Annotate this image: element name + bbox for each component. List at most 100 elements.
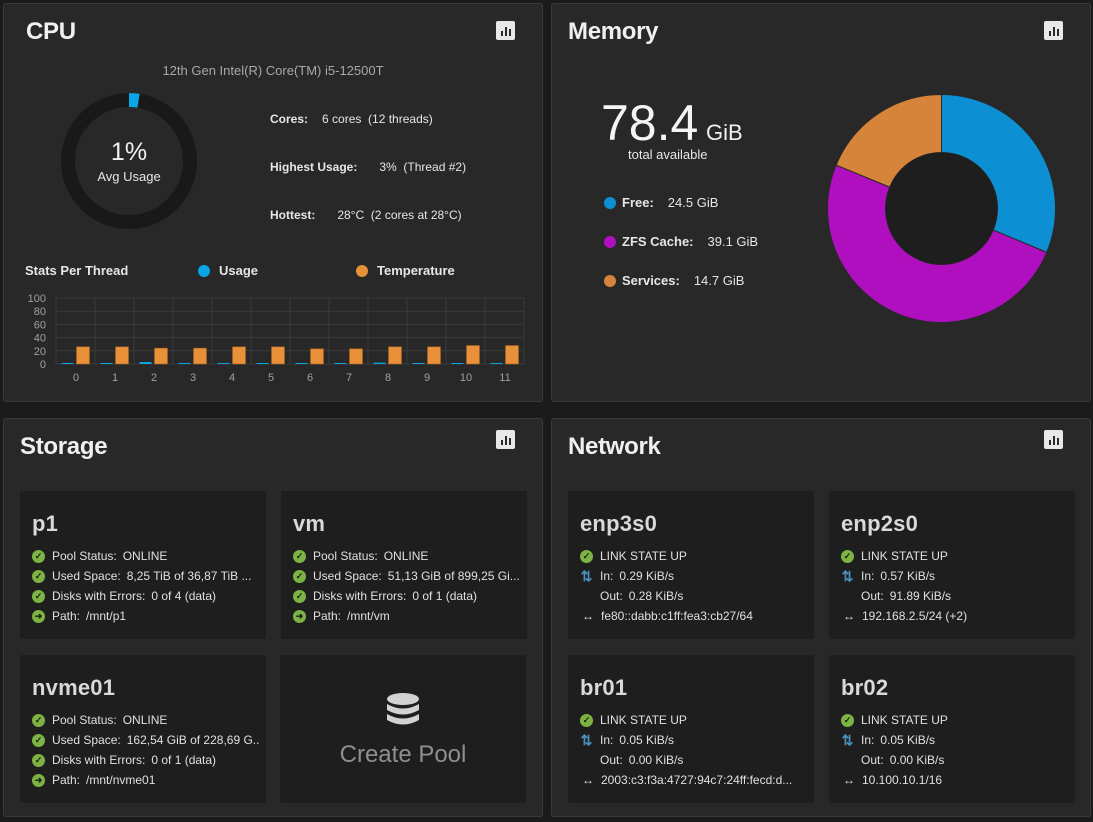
arrow-right-circle-icon: ➜ (32, 609, 45, 623)
interface-out: Out: 0.00 KiB/s (861, 753, 945, 767)
check-circle-icon: ✓ (293, 569, 306, 583)
zfs-cache-legend-dot (604, 235, 616, 248)
interface-state: ✓ LINK STATE UP (841, 549, 948, 563)
temperature-bar (232, 346, 246, 365)
pool-disks-errors: ✓ Disks with Errors: 0 of 1 (data) (293, 589, 477, 603)
check-circle-icon: ✓ (841, 549, 854, 563)
services-legend-dot (604, 274, 616, 287)
usage-bar (217, 363, 230, 364)
interface-out: Out: 0.28 KiB/s (600, 589, 684, 603)
usage-bar (100, 363, 113, 364)
usage-bar (61, 363, 74, 364)
interface-address: ↔ 192.168.2.5/24 (+2) (843, 609, 968, 623)
usage-legend-label: Usage (219, 263, 259, 278)
pool-disks-errors: ✓ Disks with Errors: 0 of 1 (data) (32, 753, 216, 767)
temperature-bar (388, 346, 402, 365)
interface-address: ↔ fe80::dabb:c1ff:fea3:cb27/64 (582, 609, 753, 623)
bar-chart-icon (500, 31, 503, 36)
x-tick-label: 1 (112, 372, 118, 384)
cpu-cores-stat: Cores: 6 cores (12 threads) (270, 112, 433, 126)
cpu-hottest-value: 28°C (2 cores at 28°C) (337, 208, 462, 222)
up-down-arrows-icon: ⇅ (580, 569, 593, 583)
x-tick-label: 10 (460, 372, 472, 384)
pool-name: p1 (32, 511, 59, 536)
memory-report-button[interactable] (1044, 21, 1063, 40)
pool-card-nvme01[interactable]: nvme01 ✓ Pool Status: ONLINE ✓ Used Space: 1… (20, 655, 266, 803)
x-tick-label: 0 (73, 372, 79, 384)
create-pool-button[interactable]: Create Pool (280, 655, 526, 803)
memory-zfs-cache-label: ZFS Cache: (622, 234, 694, 249)
interface-address: ↔ 2003:c3:f3a:4727:94c7:24ff:fecd:d... (582, 773, 793, 787)
up-down-arrows-icon: ⇅ (580, 733, 593, 747)
check-circle-icon: ✓ (580, 549, 593, 563)
interface-name: br01 (580, 675, 628, 700)
temperature-bar (154, 347, 168, 365)
pool-status: ✓ Pool Status: ONLINE (32, 549, 167, 563)
interface-card-enp2s0[interactable]: enp2s0 ✓ LINK STATE UP ⇅ In: 0.57 KiB/s Out… (829, 491, 1075, 639)
cpu-report-button[interactable] (496, 21, 515, 40)
pool-path: ➜ Path:/mnt/nvme01 (32, 773, 155, 787)
interface-card-br01[interactable]: br01 ✓ LINK STATE UP ⇅ In: 0.05 KiB/s Out: 0… (568, 655, 814, 803)
usage-bar (490, 363, 503, 364)
y-tick-label: 0 (40, 359, 46, 371)
temperature-bar (193, 347, 207, 365)
interface-name: enp3s0 (580, 511, 658, 536)
usage-bar (256, 363, 269, 364)
pool-card-p1[interactable]: p1 ✓ Pool Status: ONLINE ✓ Used Space: 8,25 … (20, 491, 266, 639)
check-circle-icon: ✓ (293, 549, 306, 563)
y-tick-label: 20 (34, 346, 46, 358)
y-tick-label: 100 (28, 293, 46, 305)
cpu-gauge-text: 1% Avg Usage (60, 140, 198, 185)
pool-name: vm (293, 511, 326, 536)
pool-used-space: ✓ Used Space: 162,54 GiB of 228,69 G... (32, 733, 260, 747)
x-tick-label: 9 (424, 372, 430, 384)
temperature-bar (427, 346, 441, 365)
check-circle-icon: ✓ (580, 713, 593, 727)
arrow-right-circle-icon: ➜ (32, 773, 45, 787)
usage-bar (451, 363, 464, 364)
memory-total-value: 78.4 (601, 95, 699, 151)
cpu-highest-usage-value: 3% (Thread #2) (379, 160, 467, 174)
y-tick-label: 80 (34, 306, 46, 318)
usage-bar (373, 362, 386, 364)
bar-chart-icon (1048, 440, 1051, 445)
pool-card-vm[interactable]: vm ✓ Pool Status: ONLINE ✓ Used Space: 51,13… (281, 491, 527, 639)
storage-report-button[interactable] (496, 430, 515, 449)
interface-name: br02 (841, 675, 889, 700)
interface-card-br02[interactable]: br02 ✓ LINK STATE UP ⇅ In: 0.05 KiB/s Out: 0… (829, 655, 1075, 803)
left-right-arrows-icon: ↔ (582, 773, 594, 787)
up-down-arrows-icon: ⇅ (841, 569, 854, 583)
memory-free-value: 24.5 GiB (667, 195, 719, 210)
temperature-bar (310, 348, 324, 365)
interface-in: ⇅ In: 0.29 KiB/s (580, 569, 675, 583)
interface-in: ⇅ In: 0.05 KiB/s (580, 733, 675, 747)
temperature-bar (466, 345, 480, 365)
bar-chart-icon (500, 440, 503, 445)
memory-donut-chart (826, 93, 1056, 324)
x-tick-label: 8 (385, 372, 391, 384)
pool-status: ✓ Pool Status: ONLINE (293, 549, 428, 563)
pool-used-space: ✓ Used Space: 8,25 TiB of 36,87 TiB ... (32, 569, 251, 583)
check-circle-icon: ✓ (841, 713, 854, 727)
interface-card-enp3s0[interactable]: enp3s0 ✓ LINK STATE UP ⇅ In: 0.29 KiB/s Out… (568, 491, 814, 639)
memory-services-row: Services: 14.7 GiB (604, 273, 744, 288)
up-down-arrows-icon: ⇅ (841, 733, 854, 747)
usage-legend-dot (198, 264, 210, 277)
left-right-arrows-icon: ↔ (843, 609, 855, 623)
memory-services-value: 14.7 GiB (693, 273, 745, 288)
usage-bar (178, 363, 191, 364)
check-circle-icon: ✓ (32, 733, 45, 747)
x-tick-label: 7 (346, 372, 352, 384)
database-icon (387, 693, 419, 725)
interface-in: ⇅ In: 0.57 KiB/s (841, 569, 936, 583)
free-legend-dot (604, 196, 616, 209)
network-report-button[interactable] (1044, 430, 1063, 449)
pool-name: nvme01 (32, 675, 116, 700)
pool-disks-errors: ✓ Disks with Errors: 0 of 4 (data) (32, 589, 216, 603)
usage-bar (139, 362, 152, 364)
pool-used-space: ✓ Used Space: 51,13 GiB of 899,25 Gi... (293, 569, 520, 583)
usage-bar (295, 363, 308, 364)
check-circle-icon: ✓ (32, 753, 45, 767)
temperature-bar (505, 345, 519, 365)
check-circle-icon: ✓ (32, 589, 45, 603)
